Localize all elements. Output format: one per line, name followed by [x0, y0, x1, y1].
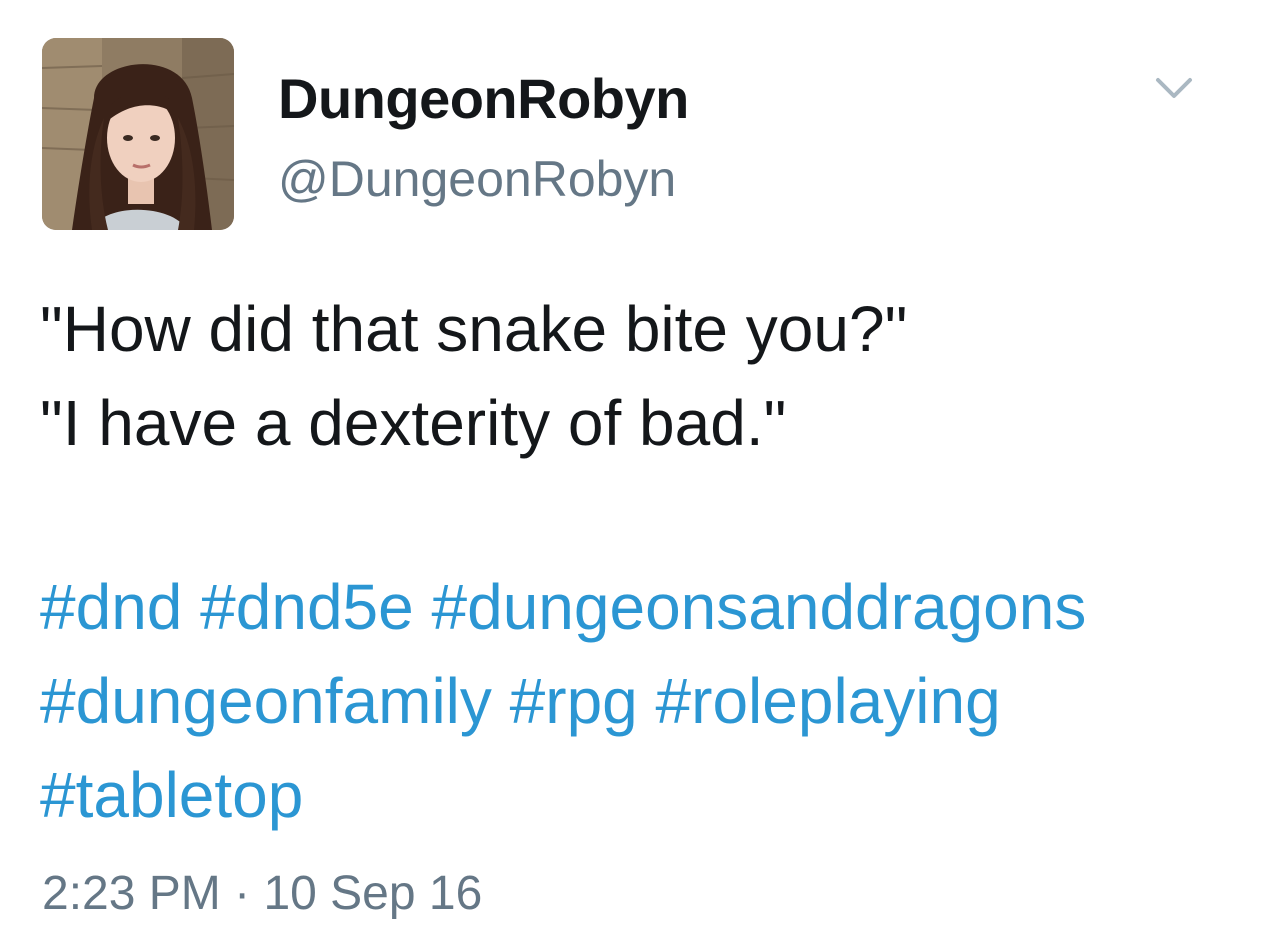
hashtag-link[interactable]: #dungeonfamily	[40, 665, 492, 737]
hashtag-link[interactable]: #dnd	[40, 571, 182, 643]
author-display-name[interactable]: DungeonRobyn	[278, 66, 689, 132]
tweet-text-line: "I have a dexterity of bad."	[40, 387, 787, 459]
tweet-card: DungeonRobyn @DungeonRobyn "How did that…	[0, 0, 1280, 936]
author-handle[interactable]: @DungeonRobyn	[278, 148, 676, 210]
timestamp-date: 10 Sep 16	[263, 867, 483, 920]
hashtag-link[interactable]: #tabletop	[40, 759, 303, 831]
hashtag-row: #dnd #dnd5e #dungeonsanddragons	[40, 560, 1260, 654]
hashtag-link[interactable]: #rpg	[510, 665, 638, 737]
hashtag-list: #dnd #dnd5e #dungeonsanddragons #dungeon…	[40, 560, 1260, 842]
timestamp-separator: ·	[234, 867, 251, 920]
hashtag-row: #dungeonfamily #rpg #roleplaying	[40, 654, 1260, 748]
hashtag-link[interactable]: #dnd5e	[200, 571, 414, 643]
hashtag-link[interactable]: #dungeonsanddragons	[432, 571, 1087, 643]
chevron-down-icon[interactable]	[1152, 70, 1196, 106]
avatar-image	[42, 38, 234, 230]
tweet-timestamp[interactable]: 2:23 PM · 10 Sep 16	[42, 864, 482, 924]
tweet-text: "How did that snake bite you?" "I have a…	[40, 282, 1240, 470]
avatar[interactable]	[42, 38, 234, 230]
tweet-text-line: "How did that snake bite you?"	[40, 293, 908, 365]
hashtag-row: #tabletop	[40, 748, 1260, 842]
timestamp-time: 2:23 PM	[42, 867, 221, 920]
hashtag-link[interactable]: #roleplaying	[656, 665, 1001, 737]
